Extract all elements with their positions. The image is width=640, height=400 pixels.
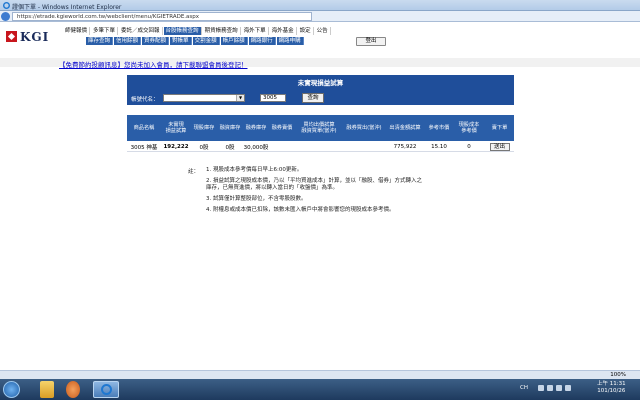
promo-banner: 【免費節約投顧訊息】您尚未加入會員，請下載聯盟會員後登記！ xyxy=(0,58,640,69)
header-short-price: 融券賣價 xyxy=(271,124,293,131)
submenu-item[interactable]: 帳戶餘額 xyxy=(220,37,248,45)
submenu-item[interactable]: 對帳單 xyxy=(170,37,192,45)
main-menu: 師健報價 多筆下單 委託／成交回報 台股帳務查詢 期貨帳務查詢 海外下單 海外基… xyxy=(63,27,332,35)
note-item: 2. 損益試算之現股成本價，乃以「平均買進成本」計算，並以「融股、借券」方式轉入… xyxy=(206,178,422,184)
clock[interactable]: 上午 11:31 101/10/26 xyxy=(597,381,626,395)
stock-label: 帳號代名： xyxy=(131,97,159,103)
menu-item[interactable]: 期貨帳務查詢 xyxy=(202,27,241,35)
cell-cost: 0 xyxy=(467,144,471,150)
menu-item-active[interactable]: 台股帳務查詢 xyxy=(163,27,202,35)
header-trial: 買均出價試算 融資買單(當沖) xyxy=(301,121,337,135)
page-content: KGI 師健報價 多筆下單 委託／成交回報 台股帳務查詢 期貨帳務查詢 海外下單… xyxy=(0,22,640,370)
kgi-logo-mark xyxy=(6,31,17,42)
header-sell: 賣下單 xyxy=(491,124,508,131)
menu-item[interactable]: 海外基金 xyxy=(269,27,297,35)
note-item: 4. 附權息或成本價已扣除，該數未匯入帳戶中將會影響您的現股成本參考價。 xyxy=(206,207,395,213)
table-row: 3005 神基 192,222 0股 0股 30,000股 775,922 15… xyxy=(127,143,514,152)
status-bar: 100% xyxy=(0,370,640,379)
header-margin: 融資庫存 xyxy=(219,124,241,131)
note-item: 1. 現股成本參考價每日早上6:00更新。 xyxy=(206,167,303,173)
header-spot: 現股庫存 xyxy=(193,124,215,131)
submenu-item[interactable]: 網路申購 xyxy=(276,37,304,45)
cell-spot: 0股 xyxy=(199,145,209,151)
menu-item[interactable]: 設定 xyxy=(297,27,314,35)
taskbar-ie-icon[interactable] xyxy=(93,381,119,398)
panel-title: 未實現損益試算 xyxy=(127,75,514,91)
tray-icon[interactable] xyxy=(565,385,571,391)
stock-code-input[interactable]: 3005 xyxy=(260,94,286,102)
window-title: 證個下單 - Windows Internet Explorer xyxy=(12,4,122,11)
promo-link[interactable]: 【免費節約投顧訊息】您尚未加入會員，請下載聯盟會員後登記！ xyxy=(59,59,248,69)
submenu-item[interactable]: 交割金額 xyxy=(192,37,220,45)
window-titlebar: 證個下單 - Windows Internet Explorer xyxy=(0,0,640,11)
kgi-logo-text: KGI xyxy=(20,30,50,44)
folder-icon[interactable] xyxy=(40,381,54,398)
menu-item[interactable]: 海外下單 xyxy=(241,27,269,35)
start-button[interactable] xyxy=(3,381,20,398)
cell-name: 3005 神基 xyxy=(130,145,158,151)
header-total: 出清金額試算 xyxy=(389,124,421,131)
address-bar: https://etrade.kgieworld.com.tw/webclien… xyxy=(0,11,640,22)
note-item: 3. 試算僅計算整股部位，不含零股股數。 xyxy=(206,196,307,202)
header-short: 融券庫存 xyxy=(245,124,267,131)
menu-item[interactable]: 公告 xyxy=(314,27,331,35)
language-indicator[interactable]: CH xyxy=(520,385,528,391)
query-button[interactable]: 查詢 xyxy=(302,93,324,103)
taskbar: CH 上午 11:31 101/10/26 xyxy=(0,379,640,400)
submenu-item[interactable]: 信用餘額 xyxy=(114,37,142,45)
url-input[interactable]: https://etrade.kgieworld.com.tw/webclien… xyxy=(12,12,312,21)
tray-icon[interactable] xyxy=(547,385,553,391)
cell-pnl: 192,222 xyxy=(163,144,189,150)
header-cost: 現股成本 參考價 xyxy=(458,121,480,135)
tray-icon[interactable] xyxy=(538,385,544,391)
notes-lead: 註： xyxy=(188,169,200,175)
clock-date: 101/10/26 xyxy=(597,388,626,394)
cell-price: 15.10 xyxy=(431,144,447,150)
menu-item[interactable]: 多筆下單 xyxy=(91,27,119,35)
back-button[interactable] xyxy=(1,12,10,21)
chevron-down-icon[interactable]: ▼ xyxy=(236,95,244,101)
logout-button[interactable]: 登出 xyxy=(356,37,386,46)
system-tray xyxy=(538,385,578,393)
submenu-item[interactable]: 庫存查詢 xyxy=(86,37,114,45)
cell-margin: 0股 xyxy=(225,145,235,151)
sub-menu: 庫存查詢 信用餘額 資券配額 對帳單 交割金額 帳戶餘額 網路銀行 網路申購 xyxy=(86,37,305,45)
clock-time: 上午 11:31 xyxy=(597,381,626,387)
cell-total: 775,922 xyxy=(393,144,417,150)
header-name: 商品名稱 xyxy=(133,124,155,131)
cell-sell: 送出 xyxy=(485,143,514,151)
ie-icon xyxy=(3,2,10,9)
media-player-icon[interactable] xyxy=(66,381,80,398)
table-header: 商品名稱 未實現 損益試算 現股庫存 融資庫存 融券庫存 融券賣價 買均出價試算融… xyxy=(127,115,514,141)
tray-icon[interactable] xyxy=(556,385,562,391)
submenu-item[interactable]: 網路銀行 xyxy=(248,37,276,45)
header-short-buy: 融券買出(當沖) xyxy=(346,124,382,131)
note-item: 庫存，已無買進價，將以轉入當日的「收盤價」為準。 xyxy=(206,185,339,191)
submenu-item[interactable]: 資券配額 xyxy=(142,37,170,45)
zoom-level[interactable]: 100% xyxy=(610,372,626,378)
cell-short: 30,000股 xyxy=(243,145,269,151)
panel-search-row: 帳號代名： ▼ 3005 查詢 xyxy=(127,91,514,105)
stock-select[interactable]: ▼ xyxy=(163,94,245,102)
sell-button[interactable]: 送出 xyxy=(489,143,510,151)
header-price: 參考市價 xyxy=(428,124,450,131)
menu-item[interactable]: 師健報價 xyxy=(63,27,91,35)
menu-item[interactable]: 委託／成交回報 xyxy=(119,27,163,35)
header-pnl: 未實現 損益試算 xyxy=(165,121,187,135)
